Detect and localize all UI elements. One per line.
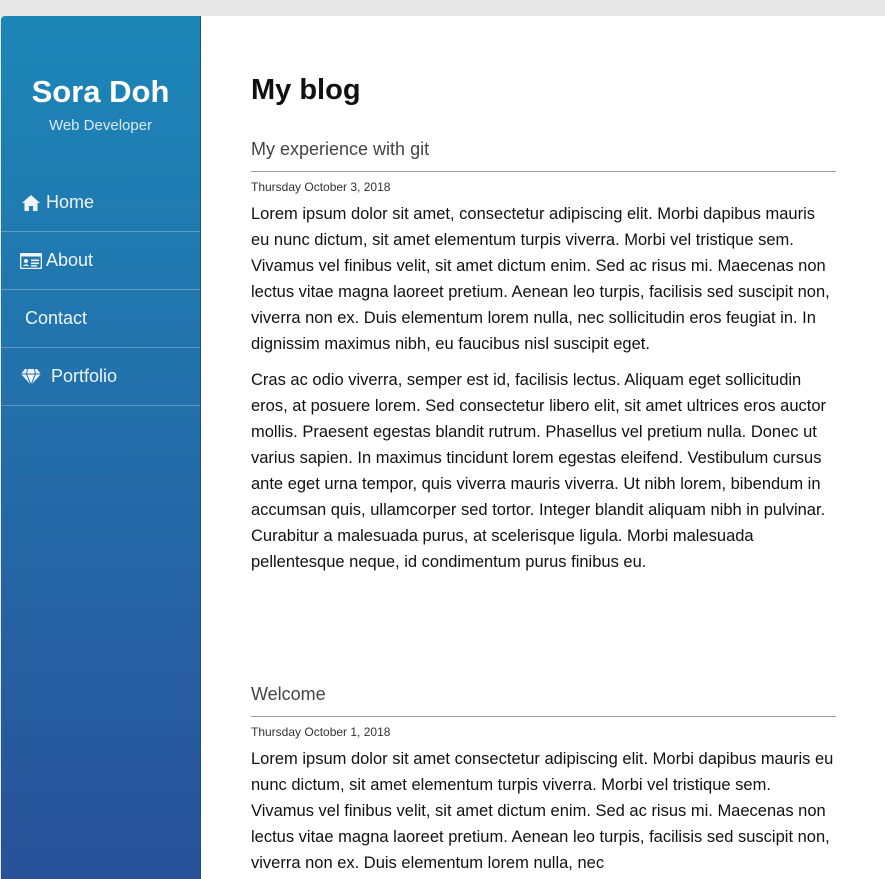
blog-post: Welcome Thursday October 1, 2018 Lorem i… [251,682,836,876]
home-icon [20,192,42,214]
page-title: My blog [251,74,361,106]
nav-item-portfolio[interactable]: Portfolio [1,348,200,406]
nav-label-home: Home [46,192,95,212]
nav-label-contact: Contact [25,308,88,328]
sidebar: Sora Doh Web Developer Home About Contac… [1,16,201,879]
id-card-icon [20,250,42,272]
post-paragraph: Cras ac odio viverra, semper est id, fac… [251,371,827,571]
sidebar-nav: Home About Contact Portfolio [1,174,200,406]
browser-viewport: Sora Doh Web Developer Home About Contac… [1,16,885,879]
post-paragraph: Lorem ipsum dolor sit amet, consectetur … [251,205,830,353]
post-paragraph: Lorem ipsum dolor sit amet consectetur a… [251,750,834,872]
post-title[interactable]: My experience with git [251,137,836,172]
nav-item-about[interactable]: About [1,232,200,290]
post-title[interactable]: Welcome [251,682,836,717]
post-date: Thursday October 1, 2018 [251,725,391,739]
nav-label-about: About [46,250,94,270]
post-date: Thursday October 3, 2018 [251,180,391,194]
diamond-icon [20,366,42,388]
profile-name: Sora Doh [31,74,170,109]
nav-label-portfolio: Portfolio [51,366,118,386]
blog-post: My experience with git Thursday October … [251,137,836,575]
nav-item-contact[interactable]: Contact [1,290,200,348]
profile-role: Web Developer [48,117,153,134]
nav-item-home[interactable]: Home [1,174,200,232]
